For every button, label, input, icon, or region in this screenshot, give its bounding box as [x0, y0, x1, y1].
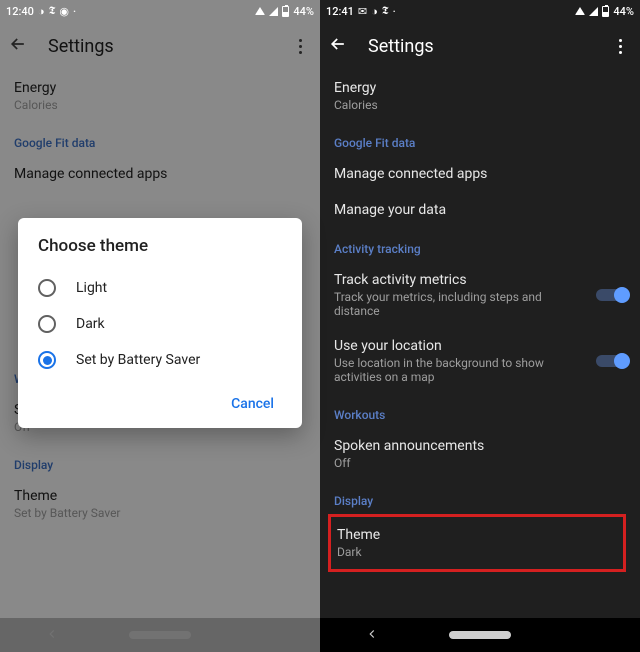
theme-label: Theme [337, 527, 563, 543]
cloud-icon: ◑ [38, 5, 45, 18]
back-button[interactable] [328, 34, 348, 58]
track-activity-row[interactable]: Track activity metrics Track your metric… [334, 262, 626, 328]
use-location-row[interactable]: Use your location Use location in the ba… [334, 328, 626, 394]
dot-icon: · [73, 5, 76, 18]
option-label: Dark [76, 316, 105, 332]
track-sub: Track your metrics, including steps and … [334, 290, 582, 318]
clock: 12:41 [326, 5, 354, 18]
battery-percent: 44% [293, 5, 314, 18]
track-label: Track activity metrics [334, 272, 582, 288]
battery-icon [602, 6, 609, 17]
option-label: Set by Battery Saver [76, 352, 200, 368]
nav-home-pill[interactable] [449, 631, 511, 639]
overflow-menu[interactable] [608, 39, 632, 54]
cancel-button[interactable]: Cancel [223, 390, 282, 418]
nyt-icon: 𝕿 [382, 5, 389, 18]
nyt-icon: 𝕿 [49, 5, 56, 18]
spoken-label: Spoken announcements [334, 438, 626, 454]
mail-icon: ✉ [358, 5, 367, 18]
status-bar: 12:41 ✉ ◑ 𝕿 · 44% [320, 0, 640, 22]
status-bar: 12:40 ◑ 𝕿 ◉ · 44% [0, 0, 320, 22]
section-display: Display [334, 480, 626, 514]
phone-right: 12:41 ✉ ◑ 𝕿 · 44% Settings Energy Calori… [320, 0, 640, 652]
radio-icon-selected [38, 351, 56, 369]
settings-content: Energy Calories Google Fit data Manage c… [320, 70, 640, 618]
section-google-fit: Google Fit data [334, 122, 626, 156]
clock: 12:40 [6, 5, 34, 18]
spoken-row[interactable]: Spoken announcements Off [334, 428, 626, 480]
track-activity-switch[interactable] [596, 286, 630, 304]
use-location-switch[interactable] [596, 352, 630, 370]
energy-label: Energy [334, 80, 626, 96]
theme-option-light[interactable]: Light [38, 270, 282, 306]
option-label: Light [76, 280, 107, 296]
section-workouts: Workouts [334, 394, 626, 428]
wifi-icon [255, 7, 265, 15]
dialog-title: Choose theme [38, 236, 282, 256]
section-activity: Activity tracking [334, 228, 626, 262]
spoken-sub: Off [334, 456, 626, 470]
theme-option-dark[interactable]: Dark [38, 306, 282, 342]
manage-apps-item[interactable]: Manage connected apps [334, 156, 626, 192]
signal-icon [269, 7, 278, 16]
phone-left: 12:40 ◑ 𝕿 ◉ · 44% Settings Energy Calori… [0, 0, 320, 652]
theme-sub: Dark [337, 545, 563, 559]
location-sub: Use location in the background to show a… [334, 356, 582, 384]
wifi-icon [575, 7, 585, 15]
cloud-icon: ◑ [371, 5, 378, 18]
radio-icon [38, 279, 56, 297]
location-label: Use your location [334, 338, 582, 354]
theme-option-battery-saver[interactable]: Set by Battery Saver [38, 342, 282, 378]
app-bar: Settings [320, 22, 640, 70]
navigation-bar [320, 618, 640, 652]
radio-icon [38, 315, 56, 333]
theme-row[interactable]: Theme Dark [328, 514, 626, 572]
battery-icon [282, 6, 289, 17]
dot-icon: · [393, 5, 396, 18]
chrome-icon: ◉ [59, 5, 69, 18]
energy-sub: Calories [334, 98, 626, 112]
energy-row[interactable]: Energy Calories [334, 70, 626, 122]
choose-theme-dialog: Choose theme Light Dark Set by Battery S… [18, 218, 302, 428]
page-title: Settings [368, 36, 434, 57]
manage-data-item[interactable]: Manage your data [334, 192, 626, 228]
signal-icon [589, 7, 598, 16]
nav-back-button[interactable] [365, 626, 379, 645]
battery-percent: 44% [613, 5, 634, 18]
